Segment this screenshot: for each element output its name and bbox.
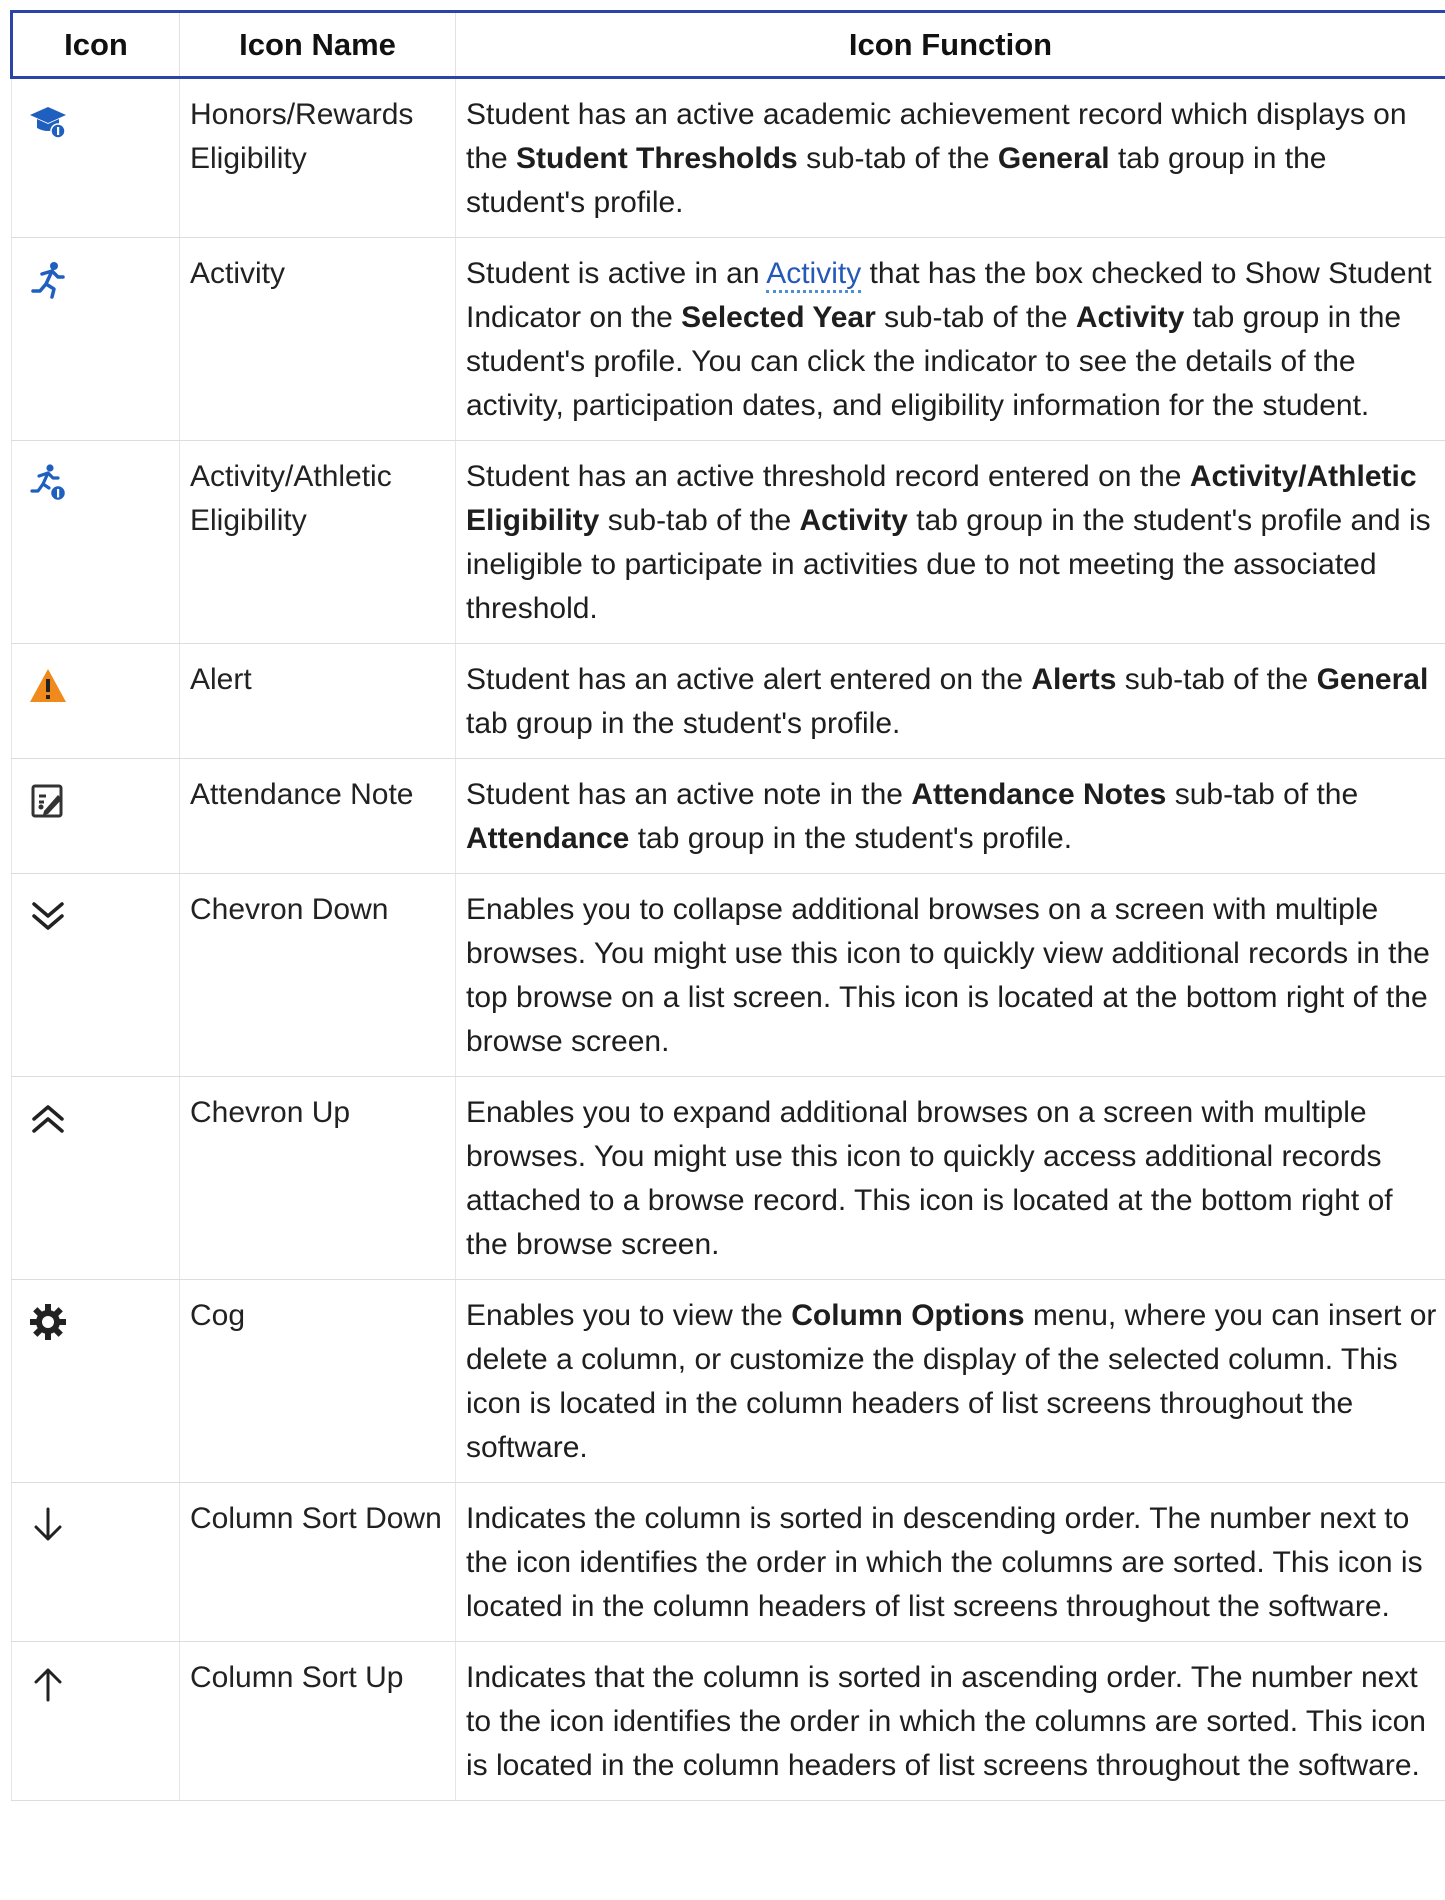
icon-cell [11,1641,180,1801]
header-icon-function: Icon Function [455,10,1445,79]
alert-triangle-icon [28,666,68,706]
function-text: sub-tab of the [599,504,800,537]
function-bold-text: Activity [1075,301,1185,334]
icon-cell [11,1482,180,1642]
icon-cell [11,440,180,644]
header-icon: Icon [10,10,180,79]
header-icon-name: Icon Name [179,10,456,79]
icon-cell [11,1076,180,1280]
table-row: Chevron Up Enables you to expand addition… [11,1076,1445,1280]
function-text: sub-tab of the [1166,778,1359,811]
attendance-note-icon [28,781,68,821]
function-bold-text: Column Options [791,1299,1025,1332]
icon-name-cell: Attendance Note [179,758,456,874]
icon-function-cell: Student has an active academic achieveme… [455,77,1445,238]
icon-cell [11,77,180,238]
icon-cell [11,873,180,1077]
function-bold-text: Alerts [1031,663,1117,696]
function-text: Indicates the column is sorted in descen… [466,1502,1423,1623]
table-body: Honors/Rewards Eligibility Student has an… [11,77,1445,1801]
function-text: Student has an active note in the [466,778,912,811]
icon-function-cell: Student has an active alert entered on t… [455,643,1445,759]
icon-function-cell: Enables you to view the Column Options m… [455,1279,1445,1483]
table-row: Chevron Down Enables you to collapse addi… [11,873,1445,1077]
icon-cell [11,237,180,441]
cog-icon [28,1302,68,1342]
icon-function-cell: Student has an active threshold record e… [455,440,1445,644]
icon-cell [11,1279,180,1483]
table-row: Activity Student is active in an Activity… [11,237,1445,441]
icon-function-cell: Student is active in an Activity that ha… [455,237,1445,441]
function-text: Indicates that the column is sorted in a… [466,1661,1426,1782]
function-text: Enables you to collapse additional brows… [466,893,1430,1058]
arrow-up-icon [28,1664,68,1704]
icon-name-cell: Activity [179,237,456,441]
function-bold-text: Selected Year [681,301,876,334]
icon-name-cell: Alert [179,643,456,759]
table-header-row: Icon Icon Name Icon Function [10,10,1445,79]
icon-name-cell: Chevron Up [179,1076,456,1280]
graduation-cap-icon [28,101,68,141]
function-bold-text: Student Thresholds [516,142,798,175]
function-bold-text: General [997,142,1110,175]
icon-name-cell: Chevron Down [179,873,456,1077]
running-person-icon [28,260,68,300]
function-text: Enables you to view the [466,1299,792,1332]
icon-function-cell: Indicates that the column is sorted in a… [455,1641,1445,1801]
function-text: Student is active in an [466,257,767,290]
running-person-badge-icon [28,463,68,503]
icon-function-cell: Student has an active note in the Attend… [455,758,1445,874]
table-row: Column Sort Down Indicates the column is … [11,1482,1445,1642]
icon-name-cell: Column Sort Up [179,1641,456,1801]
icon-function-cell: Indicates the column is sorted in descen… [455,1482,1445,1642]
icon-reference-table: Icon Icon Name Icon Function Honors/Rewa… [10,10,1445,1801]
chevron-double-up-icon [28,1099,68,1139]
icon-cell [11,643,180,759]
table-row: Cog Enables you to view the Column Option… [11,1279,1445,1483]
function-text: tab group in the student's profile. [629,822,1073,855]
table-row: Attendance Note Student has an active not… [11,758,1445,874]
icon-name-cell: Activity/Athletic Eligibility [179,440,456,644]
function-bold-text: Activity [799,504,908,537]
chevron-double-down-icon [28,896,68,936]
function-bold-text: Attendance Notes [911,778,1167,811]
table-row: Activity/Athletic Eligibility Student has… [11,440,1445,644]
function-text: sub-tab of the [875,301,1076,334]
table-row: Honors/Rewards Eligibility Student has an… [11,77,1445,238]
function-text: Student has an active threshold record e… [466,460,1190,493]
icon-name-cell: Column Sort Down [179,1482,456,1642]
function-text: sub-tab of the [1116,663,1317,696]
icon-function-cell: Enables you to expand additional browses… [455,1076,1445,1280]
function-text: sub-tab of the [797,142,998,175]
function-text: tab group in the student's profile. [466,707,901,740]
icon-cell [11,758,180,874]
table-row: Alert Student has an active alert entered… [11,643,1445,759]
table-row: Column Sort Up Indicates that the column … [11,1641,1445,1801]
arrow-down-icon [28,1505,68,1545]
activity-link[interactable]: Activity [766,257,862,293]
icon-name-cell: Honors/Rewards Eligibility [179,77,456,238]
icon-function-cell: Enables you to collapse additional brows… [455,873,1445,1077]
function-bold-text: General [1316,663,1429,696]
function-bold-text: Attendance [466,822,630,855]
function-text: Enables you to expand additional browses… [466,1096,1393,1261]
icon-reference-page: Icon Icon Name Icon Function Honors/Rewa… [10,10,1445,1801]
function-text: Student has an active alert entered on t… [466,663,1032,696]
icon-name-cell: Cog [179,1279,456,1483]
